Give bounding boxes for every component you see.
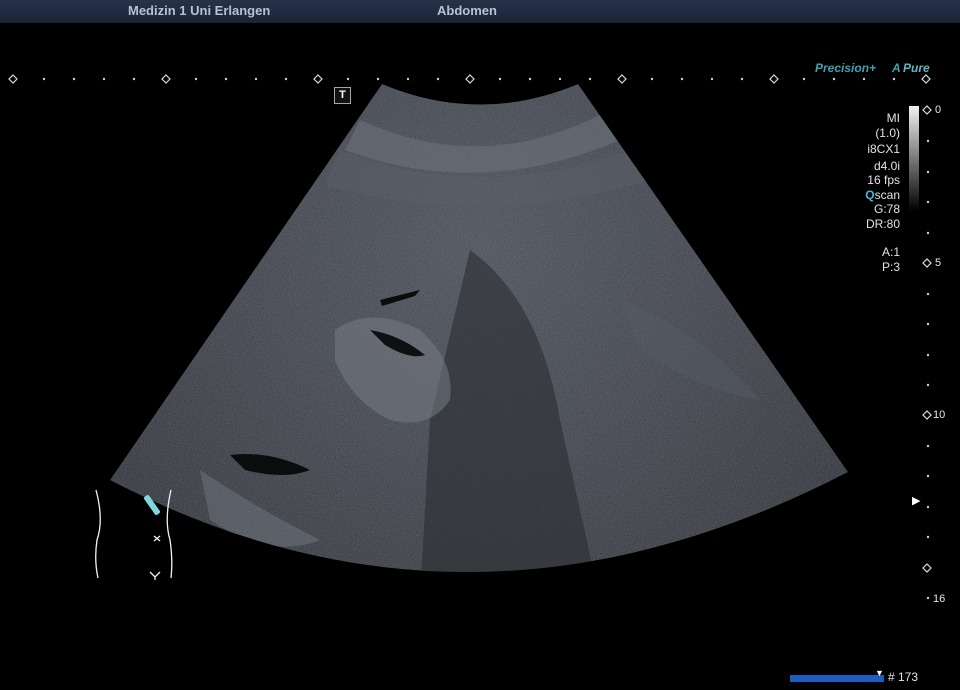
frame-rate: 16 fps: [867, 173, 900, 187]
depth-label-5: 5: [935, 257, 942, 269]
cine-frame-bar[interactable]: [790, 675, 884, 682]
institution-label: Medizin 1 Uni Erlangen: [128, 3, 271, 18]
qscan-label: Qscan: [820, 188, 900, 203]
qscan-rest: scan: [874, 187, 900, 202]
a-label: A:1: [881, 245, 900, 259]
qscan-q: Q: [865, 187, 875, 202]
dynamic-range-label: DR:80: [865, 216, 900, 231]
ultrasound-canvas: [8, 74, 932, 600]
imaging-parameters: MI (1.0) i8CX1 d4.0i 16 fps Qscan G:78 D…: [820, 111, 900, 274]
precision-brand: Precision+: [815, 61, 877, 75]
focus-pointer-icon[interactable]: ▶: [912, 494, 920, 507]
mi-value: (1.0): [875, 125, 900, 140]
depth-label-16: 16: [933, 593, 946, 605]
focus-diamond-line: [8, 74, 931, 84]
transducer-label: i8CX1: [867, 142, 900, 156]
exam-label: Abdomen: [437, 3, 497, 18]
depth-scale: [922, 105, 932, 600]
header-bar: Medizin 1 Uni Erlangen Abdomen: [0, 0, 960, 23]
depth-setting: d4.0i: [873, 158, 900, 173]
grayscale-bar: [909, 106, 919, 211]
pure-brand-mark: A: [892, 61, 901, 75]
mi-label: MI: [886, 111, 900, 125]
cine-frame-marker[interactable]: ▼: [875, 668, 884, 678]
ultrasound-sector: [110, 84, 848, 573]
depth-label-10: 10: [933, 409, 946, 421]
depth-label-0: 0: [935, 104, 942, 116]
t-marker-icon[interactable]: T: [334, 87, 351, 104]
pure-brand: Pure: [903, 61, 930, 75]
frame-count: # 173: [888, 670, 919, 684]
p-label: P:3: [881, 259, 900, 274]
gain-label: G:78: [873, 202, 900, 216]
